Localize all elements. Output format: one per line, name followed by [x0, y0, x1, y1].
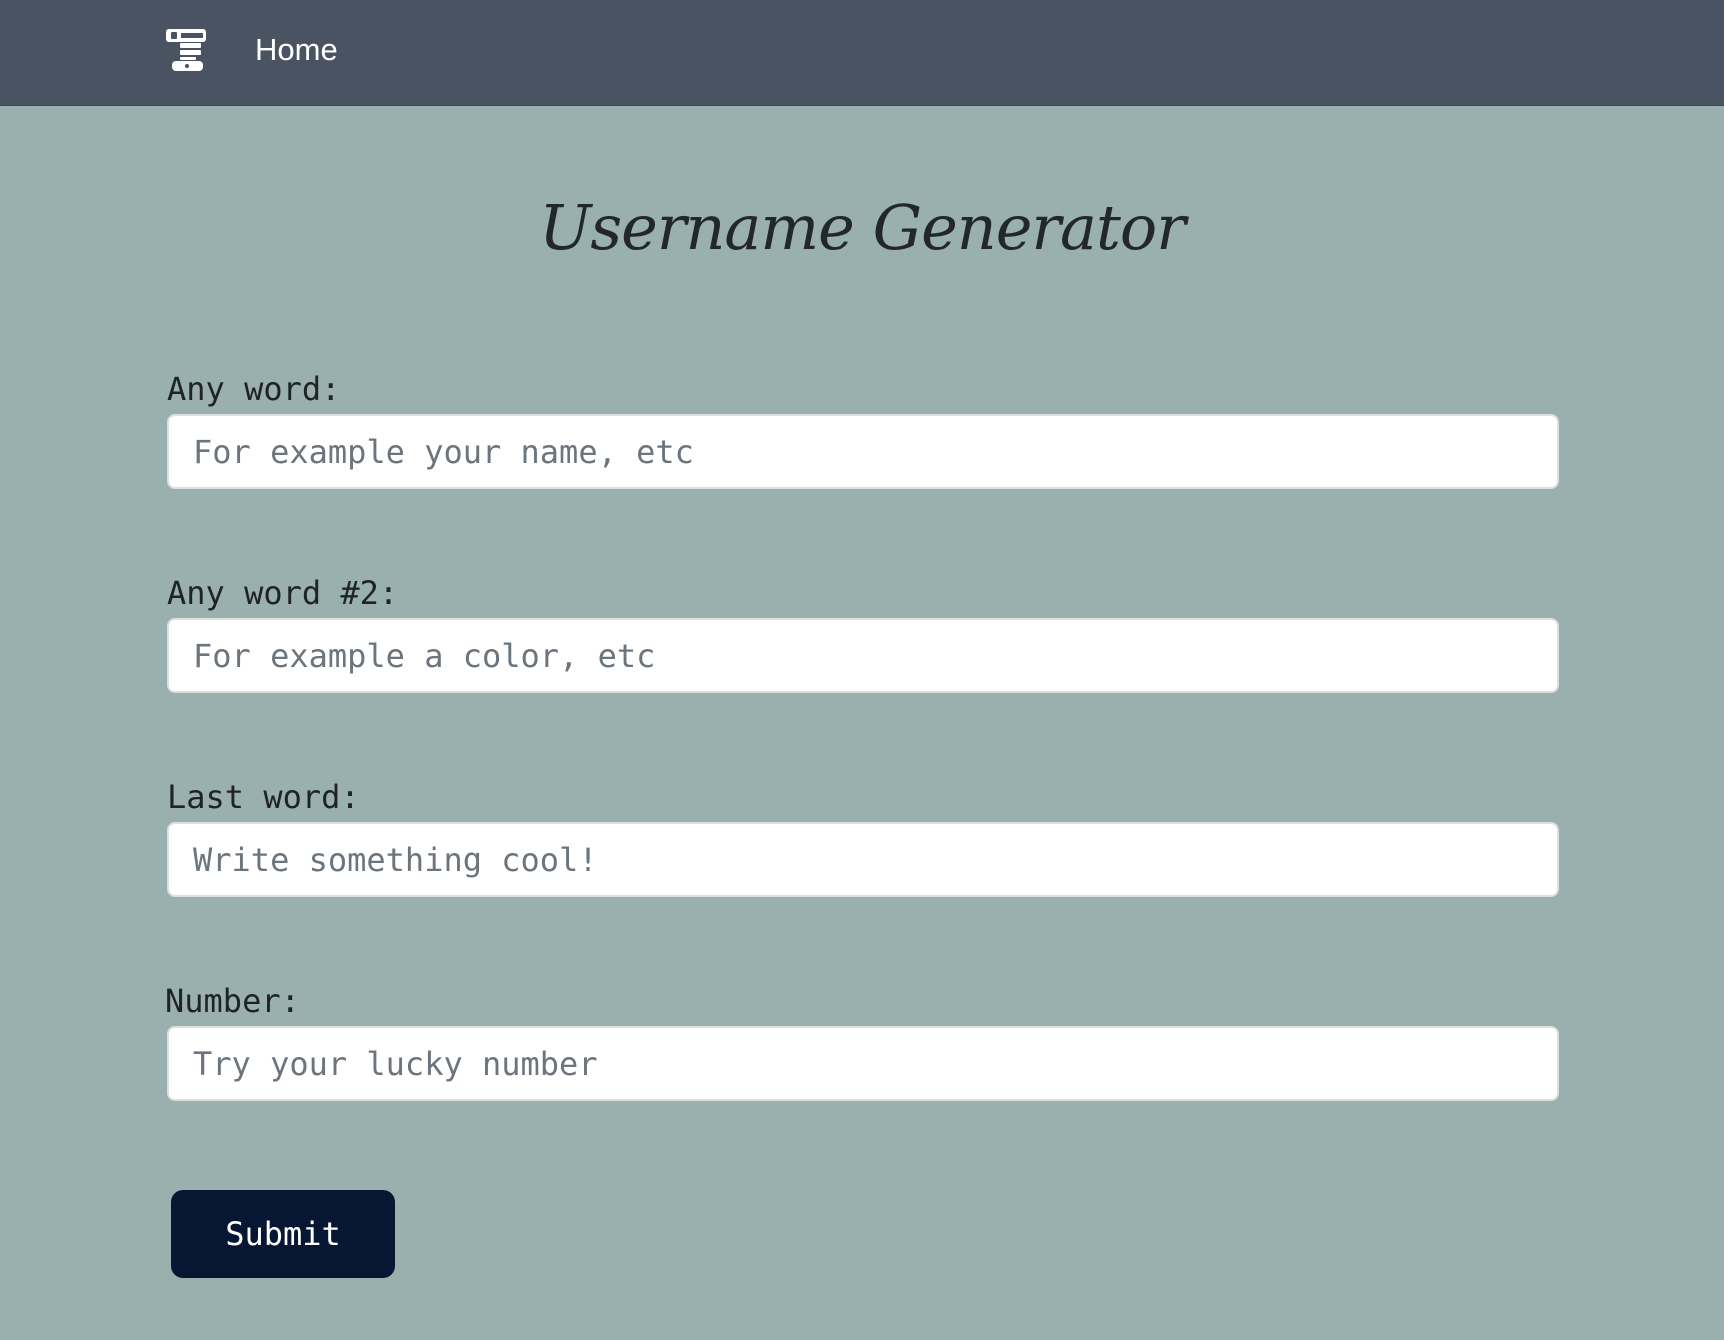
any-word-2-label: Any word #2:: [167, 574, 399, 612]
number-label: Number:: [165, 982, 300, 1020]
nav-home-link[interactable]: Home: [255, 30, 338, 70]
last-word-label: Last word:: [167, 778, 360, 816]
submit-button[interactable]: Submit: [171, 1190, 395, 1278]
brand-logo-icon[interactable]: [166, 29, 206, 71]
any-word-2-input[interactable]: [167, 618, 1559, 693]
page-title: Username Generator: [539, 191, 1186, 264]
any-word-input[interactable]: [167, 414, 1559, 489]
last-word-input[interactable]: [167, 822, 1559, 897]
number-input[interactable]: [167, 1026, 1559, 1101]
navbar: Home: [0, 0, 1724, 106]
any-word-label: Any word:: [167, 370, 341, 408]
